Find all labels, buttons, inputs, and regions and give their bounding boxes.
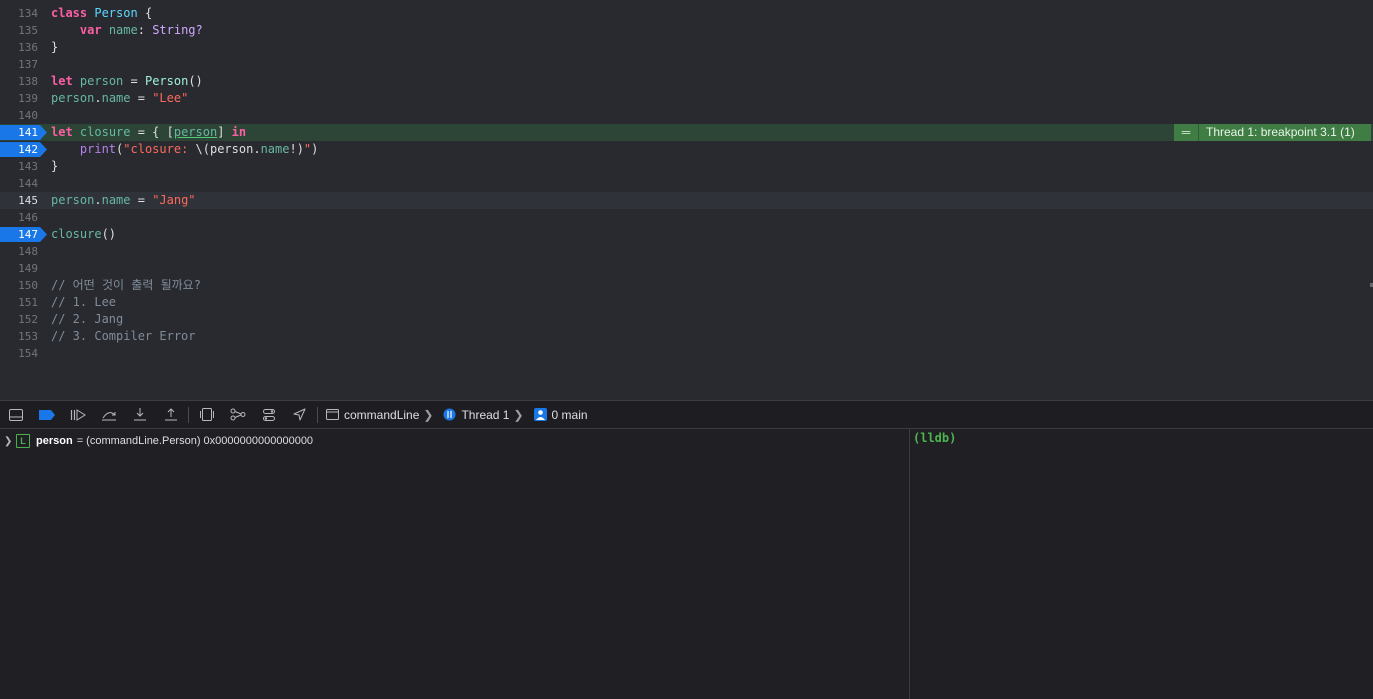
line-number: 146	[18, 211, 38, 224]
breadcrumb-frame-label: 0 main	[551, 407, 588, 422]
step-into-icon[interactable]	[124, 401, 155, 428]
environment-overrides-icon[interactable]	[253, 401, 284, 428]
chevron-right-icon: ❯	[423, 407, 434, 422]
code-line-current[interactable]: 145 person.name = "Jang"	[0, 192, 1373, 209]
line-number: 149	[18, 262, 38, 275]
debug-bar: commandLine ❯ Thread 1 ❯ 0 main	[0, 400, 1373, 429]
breadcrumb-target-label: commandLine	[344, 407, 420, 422]
step-out-icon[interactable]	[155, 401, 186, 428]
variable-name: person	[36, 435, 73, 447]
variable-row[interactable]: ❯ L person = (commandLine.Person) 0x0000…	[4, 432, 313, 450]
variables-view[interactable]: ❯ L person = (commandLine.Person) 0x0000…	[0, 429, 909, 699]
code-line[interactable]: 154	[0, 345, 1373, 362]
terminal-window-icon	[326, 409, 339, 420]
simulate-location-icon[interactable]	[284, 401, 315, 428]
code-line[interactable]: 147 closure()	[0, 226, 1373, 243]
line-number: 141	[18, 126, 38, 139]
thread-icon	[443, 408, 456, 421]
code-line[interactable]: 142 print("closure: \(person.name!)")	[0, 141, 1373, 158]
code-text: closure()	[51, 227, 117, 241]
line-number: 154	[18, 347, 38, 360]
line-number: 151	[18, 296, 38, 309]
code-line[interactable]: 150 // 어떤 것이 출력 될까요?	[0, 277, 1373, 294]
continue-icon[interactable]	[62, 401, 93, 428]
code-line[interactable]: 135 var name: String?	[0, 22, 1373, 39]
line-number: 144	[18, 177, 38, 190]
line-number: 147	[18, 228, 38, 241]
debug-view-hierarchy-icon[interactable]	[191, 401, 222, 428]
line-number: 153	[18, 330, 38, 343]
source-editor[interactable]: 134 class Person { 135 var name: String?…	[0, 0, 1373, 400]
breadcrumb-thread-label: Thread 1	[461, 407, 510, 422]
breadcrumb-thread[interactable]: Thread 1 ❯	[443, 408, 527, 422]
code-text: let closure = { [person] in	[51, 125, 247, 139]
code-line[interactable]: 153 // 3. Compiler Error	[0, 328, 1373, 345]
chevron-right-icon: ❯	[513, 407, 524, 422]
toggle-debug-area-icon[interactable]	[0, 401, 31, 428]
line-number: 150	[18, 279, 38, 292]
code-text: print("closure: \(person.name!)")	[79, 142, 319, 156]
code-text: person.name = "Jang"	[51, 193, 196, 207]
annotation-text: Thread 1: breakpoint 3.1 (1)	[1206, 125, 1355, 139]
user-frame-icon	[533, 408, 547, 421]
code-comment: // 1. Lee	[51, 295, 117, 309]
code-line[interactable]: 139 person.name = "Lee"	[0, 90, 1373, 107]
toolbar-separator	[317, 406, 318, 423]
code-text: let person = Person()	[51, 74, 203, 88]
code-line[interactable]: 143 }	[0, 158, 1373, 175]
code-line-breakpoint-hit[interactable]: 141 let closure = { [person] in	[0, 124, 1373, 141]
line-number: 140	[18, 109, 38, 122]
breadcrumb-frame[interactable]: 0 main	[533, 407, 588, 422]
code-line[interactable]: 140	[0, 107, 1373, 124]
line-number: 145	[18, 194, 38, 207]
code-line[interactable]: 149	[0, 260, 1373, 277]
line-number: 148	[18, 245, 38, 258]
memory-graph-icon[interactable]	[222, 401, 253, 428]
line-number: 136	[18, 41, 38, 54]
code-line[interactable]: 146	[0, 209, 1373, 226]
lldb-console[interactable]: (lldb)	[910, 429, 1373, 699]
local-variable-badge: L	[16, 434, 30, 448]
code-line[interactable]: 138 let person = Person()	[0, 73, 1373, 90]
toolbar-separator	[188, 406, 189, 423]
line-number: 143	[18, 160, 38, 173]
code-line[interactable]: 152 // 2. Jang	[0, 311, 1373, 328]
disclosure-triangle-icon[interactable]: ❯	[4, 436, 16, 447]
code-line[interactable]: 136 }	[0, 39, 1373, 56]
code-text: }	[51, 159, 59, 173]
code-comment: // 3. Compiler Error	[51, 329, 196, 343]
code-comment: // 어떤 것이 출력 될까요?	[51, 278, 201, 292]
line-number: 134	[18, 7, 38, 20]
breakpoint-annotation[interactable]: ═ Thread 1: breakpoint 3.1 (1)	[1174, 124, 1371, 141]
code-line[interactable]: 151 // 1. Lee	[0, 294, 1373, 311]
line-number: 135	[18, 24, 38, 37]
code-text: var name: String?	[79, 23, 203, 37]
line-number: 138	[18, 75, 38, 88]
code-line[interactable]: 137	[0, 56, 1373, 73]
code-text: class Person {	[51, 6, 153, 20]
code-line[interactable]: 134 class Person {	[0, 5, 1373, 22]
line-number: 137	[18, 58, 38, 71]
code-line[interactable]: 144	[0, 175, 1373, 192]
breakpoints-active-icon[interactable]	[31, 401, 62, 428]
code-text: person.name = "Lee"	[51, 91, 189, 105]
annotation-menu-icon[interactable]: ═	[1174, 124, 1199, 141]
breadcrumb-target[interactable]: commandLine ❯	[326, 408, 437, 422]
line-number: 152	[18, 313, 38, 326]
line-number: 139	[18, 92, 38, 105]
step-over-icon[interactable]	[93, 401, 124, 428]
variable-value: = (commandLine.Person) 0x000000000000000…	[76, 435, 314, 447]
line-number: 142	[18, 143, 38, 156]
code-text: }	[51, 40, 59, 54]
code-line[interactable]: 148	[0, 243, 1373, 260]
code-comment: // 2. Jang	[51, 312, 124, 326]
console-prompt: (lldb)	[913, 431, 957, 445]
